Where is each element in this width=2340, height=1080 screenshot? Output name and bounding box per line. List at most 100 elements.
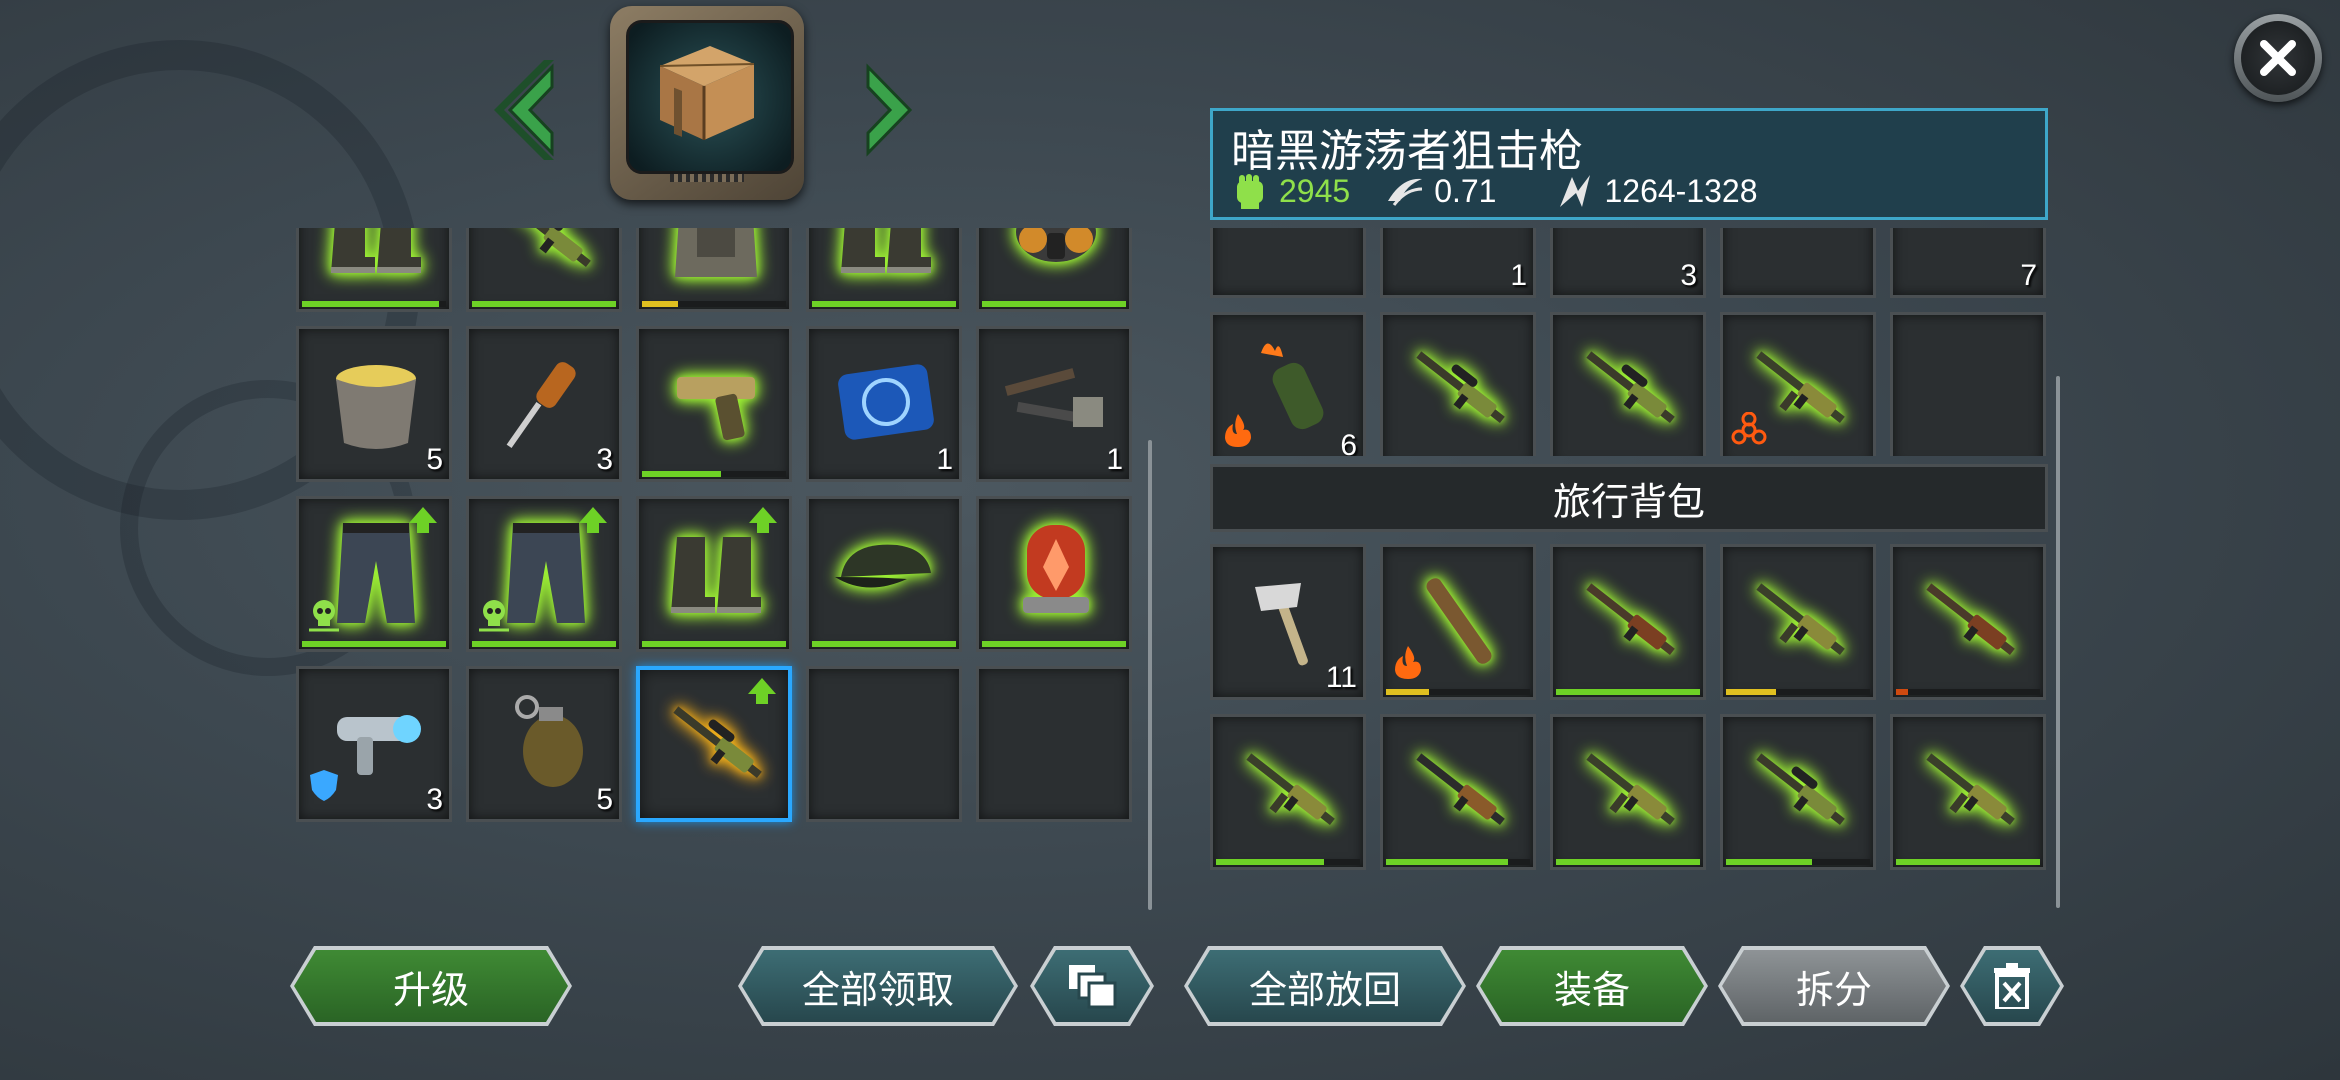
armor-vest-icon <box>657 228 775 287</box>
upgrade-button[interactable]: 升级 <box>294 950 568 1022</box>
backpack-title: 旅行背包 <box>1552 479 1705 524</box>
item-count: 7 <box>2020 259 2037 292</box>
stack-button[interactable] <box>1034 950 1150 1022</box>
durability-fill <box>472 641 616 647</box>
backpack-header: 旅行背包 <box>1210 464 2048 532</box>
disassemble-button[interactable]: 拆分 <box>1722 950 1946 1022</box>
item-count: 3 <box>596 443 613 476</box>
inventory-slot[interactable]: 3 <box>466 326 622 482</box>
rifle-icon <box>1571 565 1689 675</box>
sniper-rifle-icon <box>658 688 776 798</box>
food-icon <box>1571 228 1689 273</box>
inventory-slot[interactable]: 1 <box>806 326 962 482</box>
durability-fill <box>642 471 722 477</box>
inventory-slot[interactable]: 11 <box>1210 544 1366 700</box>
upgrade-arrow-icon <box>749 507 777 533</box>
crystal-jar-icon <box>997 517 1115 627</box>
inventory-slot[interactable]: 5 <box>466 666 622 822</box>
inventory-slot[interactable] <box>1720 228 1876 298</box>
fist-power-icon <box>1237 174 1263 209</box>
next-container-button[interactable] <box>856 55 926 165</box>
durability-bar <box>642 641 786 647</box>
inventory-slot[interactable] <box>636 496 792 652</box>
take-all-label: 全部领取 <box>801 967 954 1012</box>
sniper-rifle-icon <box>487 228 605 287</box>
inventory-slot[interactable]: 3 <box>296 666 452 822</box>
equip-button[interactable]: 装备 <box>1480 950 1704 1022</box>
durability-fill <box>1556 859 1700 865</box>
upgrade-label: 升级 <box>392 967 469 1012</box>
durability-fill <box>812 301 956 307</box>
take-all-button[interactable]: 全部领取 <box>742 950 1014 1022</box>
durability-bar <box>642 471 786 477</box>
inventory-slot[interactable]: 3 <box>1550 228 1706 298</box>
inventory-slot[interactable] <box>466 228 622 312</box>
upgrade-arrow-icon <box>748 678 776 704</box>
inventory-slot[interactable] <box>1720 544 1876 700</box>
inventory-slot[interactable]: 6 <box>1210 312 1366 456</box>
durability-bar <box>472 301 616 307</box>
inventory-slot[interactable] <box>636 228 792 312</box>
close-button[interactable] <box>2234 14 2322 102</box>
durability-bar <box>1726 859 1870 865</box>
inventory-slot[interactable] <box>636 666 792 822</box>
assault-rifle-icon <box>1911 735 2029 845</box>
right-inventory-panel[interactable]: 1 3 7 6 <box>1210 228 2054 456</box>
durability-bar <box>1556 689 1700 695</box>
durability-fill <box>1896 689 1908 695</box>
empty-inventory-slot[interactable] <box>806 666 962 822</box>
durability-bar <box>812 641 956 647</box>
skull-icon <box>477 598 511 637</box>
inventory-slot[interactable] <box>1550 312 1706 456</box>
inventory-slot[interactable] <box>1380 312 1536 456</box>
inventory-slot[interactable] <box>1550 714 1706 870</box>
inventory-slot[interactable] <box>636 326 792 482</box>
inventory-slot[interactable]: 1 <box>1380 228 1536 298</box>
sniper-rifle-icon <box>1401 333 1519 443</box>
put-back-all-label: 全部放回 <box>1248 967 1401 1012</box>
durability-fill <box>812 641 956 647</box>
durability-fill <box>982 641 1126 647</box>
inventory-slot[interactable] <box>1890 544 2046 700</box>
inventory-slot[interactable] <box>1380 544 1536 700</box>
durability-fill <box>472 301 616 307</box>
inventory-slot[interactable] <box>1720 312 1876 456</box>
crate-icon <box>1741 228 1859 273</box>
inventory-slot[interactable] <box>806 496 962 652</box>
inventory-slot[interactable] <box>1720 714 1876 870</box>
inventory-slot[interactable] <box>976 496 1132 652</box>
inventory-slot[interactable]: 1 <box>976 326 1132 482</box>
prev-container-button[interactable] <box>494 55 564 165</box>
hatchet-icon <box>1231 565 1349 675</box>
inventory-slot[interactable] <box>296 496 452 652</box>
inventory-slot[interactable] <box>1210 228 1366 298</box>
inventory-slot[interactable] <box>806 228 962 312</box>
durability-bar <box>1386 689 1530 695</box>
inventory-slot[interactable] <box>1890 714 2046 870</box>
inventory-slot[interactable] <box>1210 714 1366 870</box>
inventory-slot[interactable] <box>296 228 452 312</box>
durability-bar <box>812 301 956 307</box>
inventory-slot[interactable] <box>1380 714 1536 870</box>
inventory-slot[interactable] <box>1550 544 1706 700</box>
item-damage-value: 1264-1328 <box>1604 172 1758 209</box>
chevron-left-icon <box>494 60 554 160</box>
inventory-slot[interactable] <box>976 228 1132 312</box>
inventory-slot[interactable] <box>466 496 622 652</box>
rifle-icon <box>1911 565 2029 675</box>
inventory-slot[interactable]: 5 <box>296 326 452 482</box>
left-scrollbar[interactable] <box>1148 440 1152 910</box>
speed-icon <box>1388 178 1423 206</box>
container-frame[interactable] <box>610 6 804 200</box>
left-inventory-panel[interactable]: 5 3 1 1 3 5 <box>296 228 1140 858</box>
put-back-all-button[interactable]: 全部放回 <box>1188 950 1462 1022</box>
item-speed-value: 0.71 <box>1434 172 1497 209</box>
bucket-icon <box>317 347 435 457</box>
skull-icon <box>307 598 341 637</box>
right-scrollbar[interactable] <box>2056 376 2060 908</box>
empty-inventory-slot[interactable] <box>976 666 1132 822</box>
inventory-slot[interactable]: 7 <box>1890 228 2046 298</box>
fire-icon <box>1221 412 1255 453</box>
empty-inventory-slot[interactable] <box>1890 312 2046 456</box>
durability-fill <box>1216 859 1324 865</box>
